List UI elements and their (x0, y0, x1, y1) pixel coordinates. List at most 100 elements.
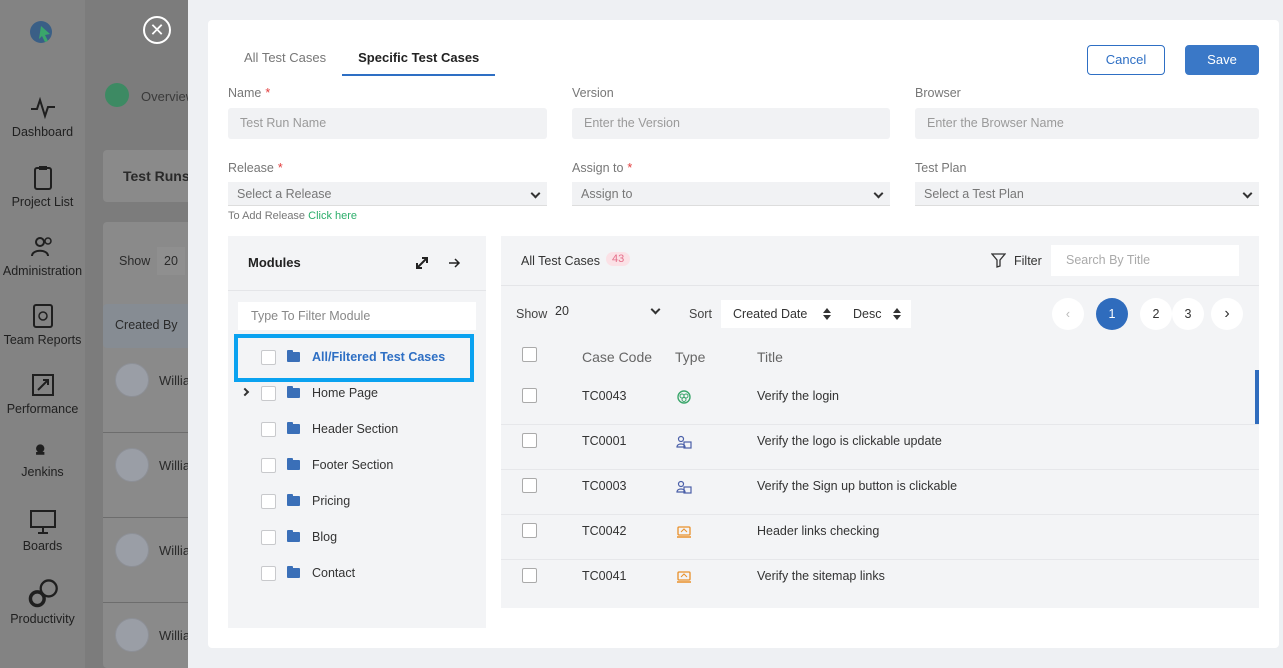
module-label: Pricing (312, 494, 351, 508)
module-item-header-section[interactable]: Header Section (228, 412, 486, 448)
case-code: TC0041 (582, 569, 627, 583)
test-plan-select[interactable]: Select a Test Plan (915, 182, 1259, 206)
count-badge: 43 (606, 252, 631, 266)
page-title: Test Runs (123, 168, 190, 184)
modules-divider (228, 290, 486, 291)
avatar (115, 363, 149, 397)
module-label: Blog (312, 530, 338, 544)
module-checkbox[interactable] (261, 494, 276, 509)
module-item-pricing[interactable]: Pricing (228, 484, 486, 520)
assign-to-select[interactable]: Assign to (572, 182, 890, 206)
avatar (115, 533, 149, 567)
sidebar-item-productivity[interactable]: Productivity (0, 578, 85, 626)
usability-icon (676, 480, 692, 494)
table-row[interactable]: TC0001 Verify the logo is clickable upda… (501, 425, 1259, 470)
sidebar-item-label: Project List (11, 195, 74, 209)
filter-icon (991, 253, 1006, 268)
folder-icon (287, 422, 300, 434)
ui-icon (677, 526, 691, 538)
test-run-name-input[interactable]: Test Run Name (228, 108, 547, 139)
version-label: Version (572, 86, 614, 100)
arrow-right-icon[interactable] (447, 256, 461, 270)
app-logo-icon (30, 21, 52, 43)
module-checkbox[interactable] (261, 386, 276, 401)
module-item-footer-section[interactable]: Footer Section (228, 448, 486, 484)
page-button-1[interactable]: 1 (1096, 298, 1128, 330)
select-all-checkbox[interactable] (522, 347, 537, 362)
show-select[interactable]: 20 (157, 247, 185, 275)
folder-icon (287, 494, 300, 506)
tab-specific-test-cases[interactable]: Specific Test Cases (342, 38, 496, 76)
sidebar-item-boards[interactable]: Boards (0, 509, 85, 553)
module-checkbox[interactable] (261, 458, 276, 473)
page-button-3[interactable]: 3 (1172, 298, 1204, 330)
tabs: All Test Cases Specific Test Cases (228, 38, 496, 76)
module-label: Home Page (312, 386, 379, 400)
save-button[interactable]: Save (1185, 45, 1259, 75)
back-icon[interactable] (105, 83, 129, 107)
module-item-contact[interactable]: Contact (228, 556, 486, 592)
assign-to-label: Assign to * (572, 161, 633, 175)
row-checkbox[interactable] (522, 388, 537, 403)
module-checkbox[interactable] (261, 566, 276, 581)
module-checkbox[interactable] (261, 530, 276, 545)
test-plan-label: Test Plan (915, 161, 967, 175)
add-release-link[interactable]: Click here (308, 210, 357, 222)
column-title: Title (757, 349, 783, 365)
test-cases-header: All Test Cases 43 Filter Search By Title (501, 236, 1259, 286)
tab-all-test-cases[interactable]: All Test Cases (228, 38, 342, 76)
sidebar-item-administration[interactable]: Administration (0, 234, 85, 278)
version-input[interactable]: Enter the Version (572, 108, 890, 139)
row-checkbox[interactable] (522, 523, 537, 538)
table-row[interactable]: TC0042 Header links checking (501, 515, 1259, 560)
gears-icon (28, 579, 58, 608)
filter-button[interactable]: Filter (991, 253, 1042, 268)
search-by-title-input[interactable]: Search By Title (1051, 245, 1239, 276)
module-filter-input[interactable]: Type To Filter Module (238, 302, 476, 330)
row-checkbox[interactable] (522, 433, 537, 448)
sidebar-item-project-list[interactable]: Project List (0, 165, 85, 209)
user-name: Willia (159, 543, 191, 558)
table-row[interactable]: TC0041 Verify the sitemap links (501, 560, 1259, 605)
row-checkbox[interactable] (522, 568, 537, 583)
case-code: TC0003 (582, 479, 627, 493)
next-page-button[interactable]: › (1211, 298, 1243, 330)
users-icon (30, 237, 52, 257)
cancel-button[interactable]: Cancel (1087, 45, 1165, 75)
sidebar-item-dashboard[interactable]: Dashboard (0, 95, 85, 139)
sort-field-select[interactable]: Created Date (721, 300, 841, 328)
row-checkbox[interactable] (522, 478, 537, 493)
sidebar-item-label: Performance (6, 402, 79, 416)
user-name: Willia (159, 458, 191, 473)
chevron-right-icon[interactable] (240, 387, 250, 397)
table-row[interactable]: TC0043 Verify the login (501, 380, 1259, 425)
sidebar-item-label: Productivity (10, 612, 75, 626)
module-item-blog[interactable]: Blog (228, 520, 486, 556)
close-drawer-icon[interactable]: ✕ (143, 16, 171, 44)
case-code: TC0043 (582, 389, 627, 403)
table-scrollbar[interactable] (1255, 370, 1259, 424)
row-divider (103, 432, 193, 433)
sidebar-item-jenkins[interactable]: Jenkins (0, 443, 85, 479)
modules-title: Modules (248, 255, 301, 270)
page-size-select[interactable]: 20 (543, 298, 665, 326)
sidebar-item-team-reports[interactable]: Team Reports (0, 303, 85, 347)
sidebar-item-performance[interactable]: Performance (0, 372, 85, 416)
folder-icon (287, 458, 300, 470)
sort-label: Sort (689, 307, 712, 321)
expand-icon[interactable] (415, 256, 429, 270)
add-release-hint: To Add Release Click here (228, 210, 358, 222)
usability-icon (676, 435, 692, 449)
sidebar-item-label: Boards (22, 539, 63, 553)
browser-input[interactable]: Enter the Browser Name (915, 108, 1259, 139)
jenkins-icon (35, 444, 44, 455)
sort-order-select[interactable]: Desc (841, 300, 911, 328)
chevron-down-icon (873, 188, 884, 199)
release-select[interactable]: Select a Release (228, 182, 547, 206)
page-button-2[interactable]: 2 (1140, 298, 1172, 330)
table-row[interactable]: TC0003 Verify the Sign up button is clic… (501, 470, 1259, 515)
prev-page-button[interactable]: ‹ (1052, 298, 1084, 330)
module-checkbox[interactable] (261, 422, 276, 437)
pulse-icon (30, 96, 55, 120)
case-title: Verify the Sign up button is clickable (757, 479, 958, 493)
